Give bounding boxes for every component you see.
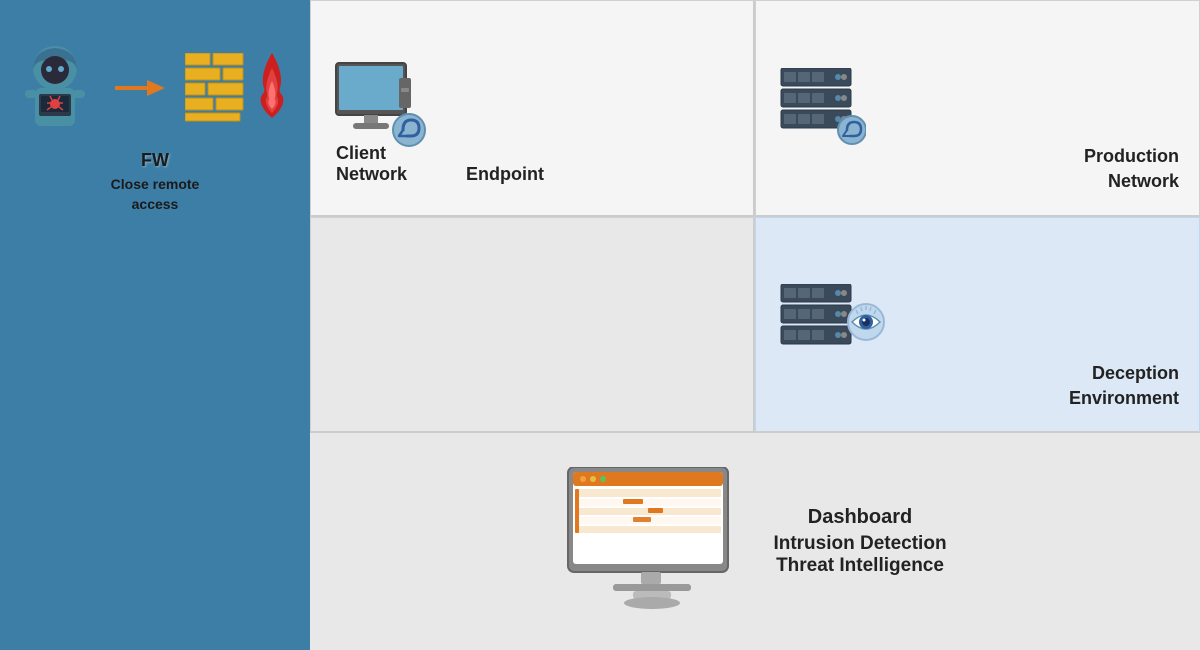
- deception-label: Deception Environment: [1069, 361, 1179, 411]
- threat-intelligence-label: Threat Intelligence: [776, 555, 944, 577]
- dashboard-monitor-icon: [563, 467, 743, 617]
- endpoint-sublabel: Endpoint: [466, 164, 544, 185]
- intrusion-detection-label: Intrusion Detection: [773, 533, 946, 555]
- production-label: Production Network: [1084, 144, 1179, 194]
- production-network-cell: Production Network: [755, 0, 1200, 217]
- main-content: Client Network Endpoint: [310, 0, 1200, 650]
- hacker-figure: [15, 40, 95, 135]
- dashboard-monitor: [563, 467, 743, 617]
- dashboard-title: Dashboard: [808, 506, 912, 529]
- deception-environment-cell: Deception Environment: [755, 217, 1200, 434]
- sidebar: FW Close remoteaccess: [0, 0, 310, 650]
- server-rack-icon: [776, 68, 866, 148]
- endpoint-label: Client Network: [336, 143, 407, 185]
- dashboard-cell: Dashboard Intrusion Detection Threat Int…: [310, 433, 1200, 650]
- production-network-icons: [776, 68, 866, 148]
- arrow-icon: [115, 73, 165, 103]
- dashboard-labels: Dashboard Intrusion Detection Threat Int…: [773, 506, 946, 577]
- empty-cell-middle-left: [310, 217, 755, 434]
- fw-group: [185, 53, 295, 123]
- deception-server-icon: [776, 284, 886, 364]
- deception-icons: [776, 284, 886, 364]
- fw-label: FW Close remoteaccess: [111, 150, 200, 214]
- fw-title: FW: [111, 150, 200, 171]
- fw-subtitle: Close remoteaccess: [111, 175, 200, 214]
- client-network-cell: Client Network Endpoint: [310, 0, 755, 217]
